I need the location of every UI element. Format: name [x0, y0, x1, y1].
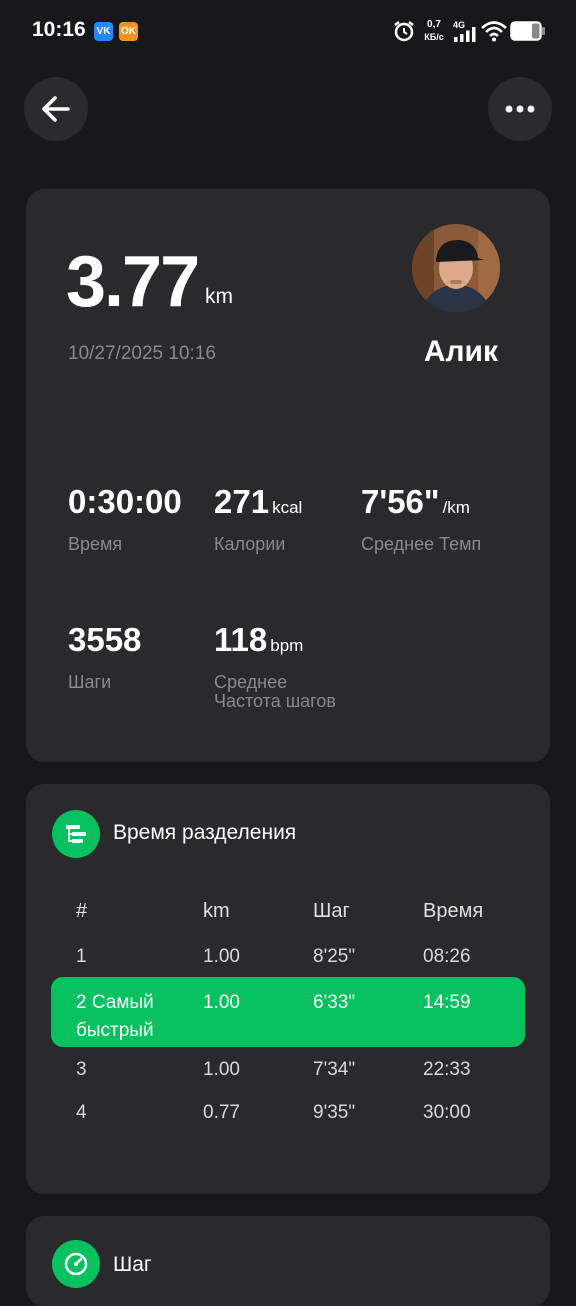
workout-summary-card: 3.77 km 10/27/2025 10:16 Алик 0:30:00 Вр…: [26, 189, 550, 762]
wifi-icon: [481, 21, 507, 42]
more-horizontal-icon: [505, 105, 535, 113]
user-name: Алик: [423, 335, 498, 368]
stat-unit: kcal: [272, 498, 303, 517]
splits-title: Время разделения: [113, 821, 297, 844]
split-time: 22:33: [423, 1059, 471, 1080]
arrow-left-icon: [42, 96, 70, 122]
stat-duration: 0:30:00 Время: [68, 483, 182, 554]
header-km: km: [203, 900, 230, 922]
stat-label: Шаги: [68, 672, 112, 692]
splits-section-icon: [52, 810, 100, 858]
status-bar: 10:16 VK OK 0,7 КБ/с 4G: [0, 0, 576, 62]
alarm-icon: [394, 21, 414, 42]
stat-label: Среднее Темп: [361, 534, 482, 554]
split-number: 4: [76, 1102, 87, 1123]
stat-average-pace: 7'56"/km Среднее Темп: [361, 483, 481, 554]
pace-title: Шаг: [113, 1253, 152, 1276]
table-row: 4 0.77 9'35" 30:00: [51, 1090, 525, 1133]
network-speed: 0,7 КБ/с: [424, 19, 444, 43]
speedometer-icon: [64, 1252, 88, 1276]
split-km: 0.77: [203, 1102, 240, 1123]
vk-notification-icon: VK: [94, 22, 113, 41]
stat-label: Время: [68, 534, 123, 554]
stat-steps: 3558 Шаги: [68, 621, 141, 692]
distance-unit: km: [205, 285, 233, 308]
back-button[interactable]: [24, 77, 88, 141]
pace-section-icon: [52, 1240, 100, 1288]
header-pace: Шаг: [313, 900, 350, 922]
split-pace: 9'35": [313, 1102, 356, 1123]
split-number: 3: [76, 1059, 87, 1080]
battery-icon: [510, 21, 545, 41]
stat-value: 0:30:00: [68, 483, 182, 520]
stat-value: 271: [214, 483, 270, 520]
split-list-icon: [66, 825, 86, 843]
split-pace: 6'33": [313, 992, 356, 1013]
table-row-fastest: 2 Самый быстрый 1.00 6'33" 14:59: [51, 977, 525, 1047]
pace-card: Шаг: [26, 1216, 550, 1306]
stat-unit: bpm: [270, 636, 304, 655]
split-time: 08:26: [423, 946, 471, 967]
stat-unit: /km: [442, 498, 470, 517]
splits-table: # km Шаг Время 1 1.00 8'25" 08:26 2 Самы…: [51, 888, 525, 1133]
stat-value: 118: [214, 621, 268, 658]
split-number: 2 Самый быстрый: [76, 992, 154, 1041]
splits-card: Время разделения # km Шаг Время 1 1.00 8…: [26, 784, 550, 1194]
stat-calories: 271 kcal Калории: [214, 483, 302, 554]
distance-value: 3.77: [66, 242, 200, 322]
user-avatar[interactable]: [412, 224, 500, 312]
table-row: 1 1.00 8'25" 08:26: [51, 934, 525, 977]
split-number: 1: [76, 946, 87, 967]
table-header: # km Шаг Время: [51, 888, 525, 934]
split-km: 1.00: [203, 992, 240, 1013]
ok-notification-icon: OK: [119, 22, 138, 41]
split-time: 30:00: [423, 1102, 471, 1123]
stat-label: Среднее Частота шагов: [214, 672, 336, 711]
split-km: 1.00: [203, 946, 240, 967]
status-time: 10:16: [32, 18, 86, 41]
split-pace: 7'34": [313, 1059, 356, 1080]
split-pace: 8'25": [313, 946, 356, 967]
stat-label: Калории: [214, 534, 286, 554]
workout-datetime: 10/27/2025 10:16: [68, 343, 216, 364]
split-time: 14:59: [423, 992, 471, 1013]
stat-cadence: 118 bpm Среднее Частота шагов: [214, 621, 336, 711]
stat-value: 3558: [68, 621, 142, 658]
signal-icon: [454, 27, 476, 42]
split-km: 1.00: [203, 1059, 240, 1080]
more-options-button[interactable]: [488, 77, 552, 141]
header-number: #: [76, 900, 88, 922]
stat-value: 7'56": [361, 483, 440, 520]
table-row: 3 1.00 7'34" 22:33: [51, 1047, 525, 1090]
header-time: Время: [423, 900, 484, 922]
